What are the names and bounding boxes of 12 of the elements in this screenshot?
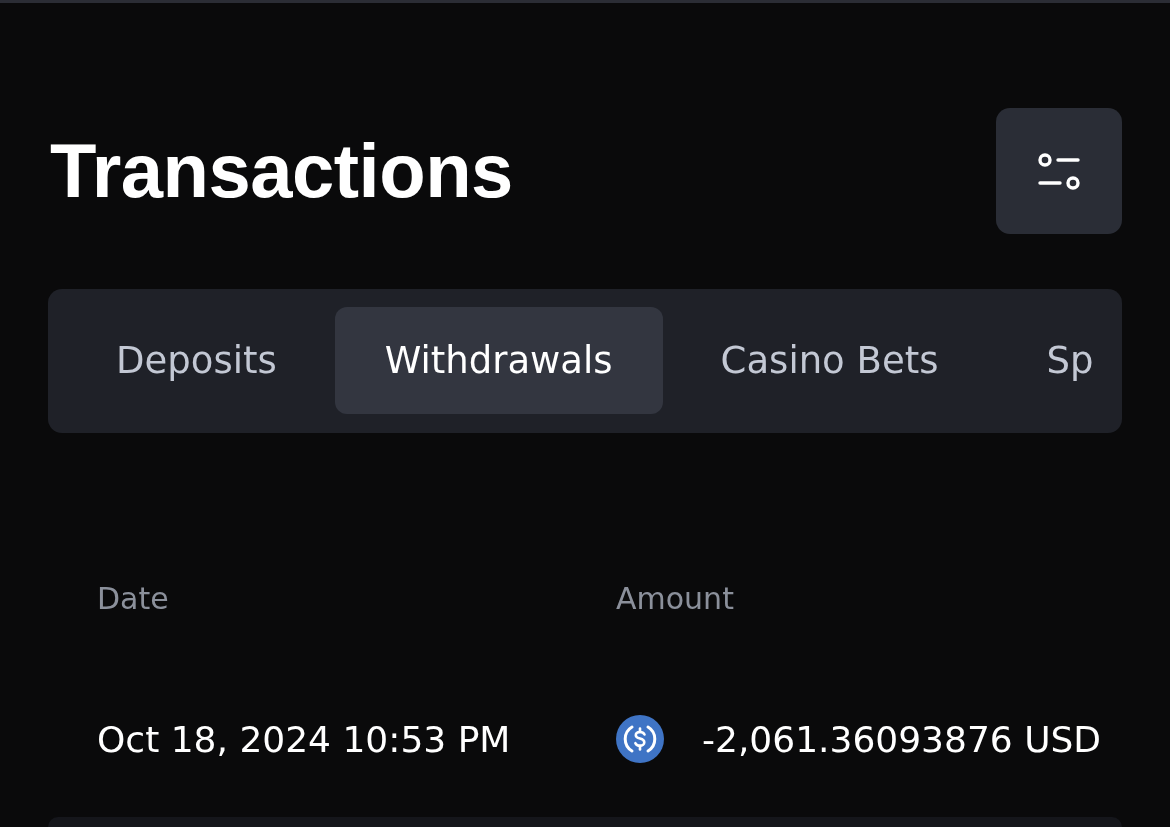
- tab[interactable]: Withdrawals: [334, 307, 663, 414]
- dollar-coin-icon: [616, 715, 664, 763]
- tab[interactable]: Casino Bets: [670, 307, 989, 414]
- page-title: Transactions: [50, 129, 513, 213]
- tab[interactable]: Deposits: [66, 307, 327, 414]
- filter-button[interactable]: [996, 108, 1122, 234]
- column-header: Date: [97, 580, 169, 616]
- column-header: Amount: [616, 580, 734, 616]
- date-cell: Oct 18, 2024 10:53 PM: [97, 718, 511, 760]
- sliders-icon: [1038, 152, 1080, 190]
- amount-cell: -2,061.36093876 USD: [702, 718, 1102, 760]
- tab[interactable]: Sp: [996, 307, 1122, 414]
